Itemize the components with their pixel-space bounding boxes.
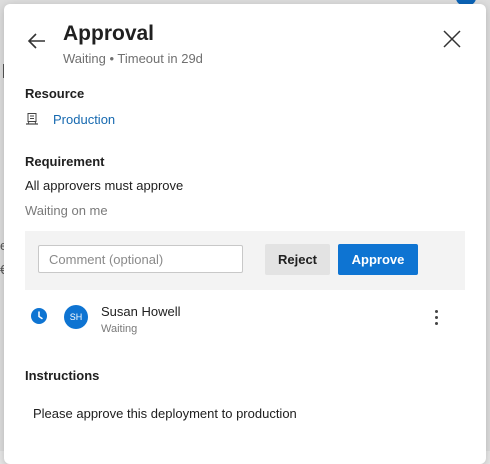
approve-button[interactable]: Approve (338, 244, 418, 275)
approver-row: SH Susan Howell Waiting (25, 298, 465, 338)
approver-status: Waiting (101, 323, 137, 335)
more-icon-dot (435, 322, 438, 325)
approval-action-bar: Reject Approve (25, 231, 465, 290)
requirement-status: Waiting on me (25, 203, 108, 218)
comment-input[interactable] (38, 245, 243, 273)
requirement-text: All approvers must approve (25, 178, 183, 193)
close-icon (441, 28, 463, 50)
more-actions-button[interactable] (428, 306, 444, 328)
resource-label: Resource (25, 86, 84, 101)
approval-panel: Approval Waiting • Timeout in 29d Resour… (4, 4, 486, 464)
instructions-text: Please approve this deployment to produc… (33, 406, 297, 421)
panel-subtitle: Waiting • Timeout in 29d (63, 51, 203, 66)
more-icon-dot (435, 310, 438, 313)
close-button[interactable] (441, 28, 463, 50)
server-icon (25, 112, 39, 126)
approver-name: Susan Howell (101, 304, 181, 319)
more-icon-dot (435, 316, 438, 319)
back-button[interactable] (26, 30, 48, 52)
panel-title: Approval (63, 22, 154, 46)
clock-icon (31, 308, 47, 324)
requirement-label: Requirement (25, 154, 104, 169)
resource-row: Production (25, 110, 115, 128)
instructions-label: Instructions (25, 368, 99, 383)
arrow-left-icon (26, 30, 48, 52)
resource-link[interactable]: Production (53, 112, 115, 127)
reject-button[interactable]: Reject (265, 244, 330, 275)
avatar: SH (64, 305, 88, 329)
